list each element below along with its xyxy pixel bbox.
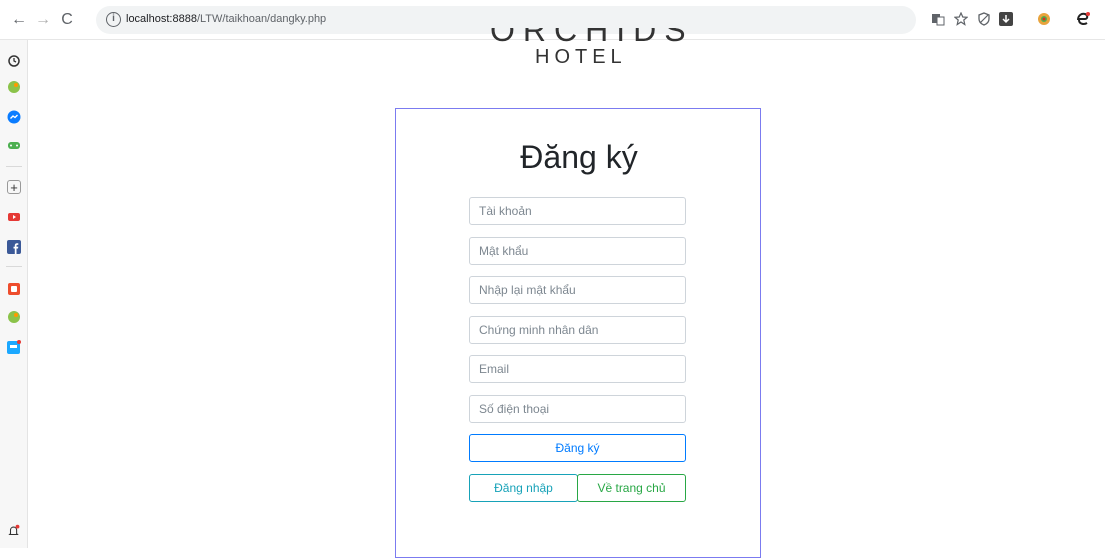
forward-icon[interactable]: →	[34, 11, 52, 29]
history-icon[interactable]	[7, 54, 21, 68]
register-card: Đăng ký Đăng ký Đăng nhập Về trang chủ	[395, 108, 761, 558]
profile-icon[interactable]	[1075, 11, 1091, 27]
gamepad-icon[interactable]	[7, 138, 21, 152]
confirm-password-input[interactable]	[469, 276, 686, 304]
shield-icon[interactable]	[976, 11, 992, 27]
email-input[interactable]	[469, 355, 686, 383]
login-button[interactable]: Đăng nhập	[469, 474, 578, 502]
url-text: localhost:8888/LTW/taikhoan/dangky.php	[126, 13, 327, 25]
register-button[interactable]: Đăng ký	[469, 434, 686, 462]
notification-bell-icon[interactable]	[7, 524, 21, 538]
brand-subtitle: HOTEL	[535, 46, 627, 68]
translate-icon[interactable]	[930, 11, 946, 27]
facebook-icon[interactable]	[7, 240, 21, 254]
extension-green-icon[interactable]	[7, 310, 21, 324]
reload-icon[interactable]: C	[58, 11, 76, 29]
shopee-icon[interactable]	[7, 282, 21, 296]
phone-input[interactable]	[469, 395, 686, 423]
download-extension-icon[interactable]	[998, 11, 1014, 27]
username-input[interactable]	[469, 197, 686, 225]
password-input[interactable]	[469, 237, 686, 265]
back-icon[interactable]: ←	[10, 11, 28, 29]
page-title: Đăng ký	[520, 139, 638, 175]
bookmark-star-icon[interactable]	[953, 11, 969, 27]
add-panel-icon[interactable]: +	[7, 180, 21, 195]
tiki-icon[interactable]	[7, 340, 21, 354]
home-button[interactable]: Về trang chủ	[577, 474, 686, 502]
brand-logo-top: ORCHIDS	[470, 28, 690, 42]
chrome-extension-icon[interactable]	[1036, 11, 1052, 27]
info-icon[interactable]: i	[106, 12, 121, 27]
brand-name-text: ORCHIDS	[490, 28, 690, 42]
sidebar-divider	[6, 266, 22, 267]
youtube-icon[interactable]	[7, 210, 21, 224]
extension-green-icon[interactable]	[7, 80, 21, 94]
sidebar-divider	[6, 166, 22, 167]
messenger-icon[interactable]	[7, 110, 21, 124]
browser-sidebar: +	[0, 40, 28, 548]
id-card-input[interactable]	[469, 316, 686, 344]
